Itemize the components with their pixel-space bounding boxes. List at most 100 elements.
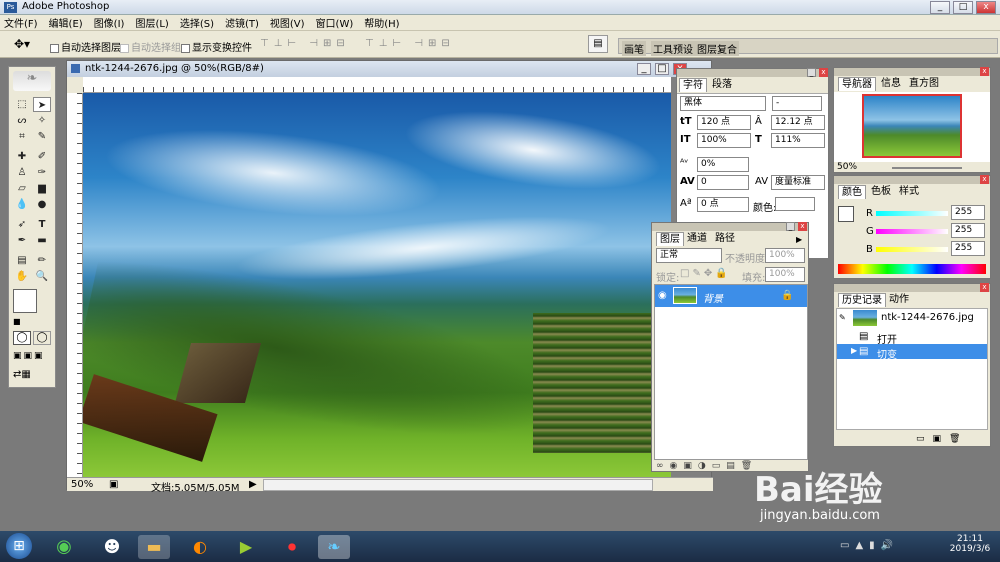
r-slider[interactable] xyxy=(876,211,948,216)
zoom-slider[interactable] xyxy=(892,167,962,169)
tracking-input[interactable]: 0% xyxy=(697,157,749,172)
history-brush-icon[interactable]: ✑ xyxy=(33,165,51,180)
horizontal-scale-input[interactable]: 111% xyxy=(771,133,825,148)
taskbar-firefox-icon[interactable]: ◐ xyxy=(184,535,216,559)
notes-tool-icon[interactable]: ▤ xyxy=(13,253,31,268)
baseline-shift-input[interactable]: 0 点 xyxy=(697,197,749,212)
tab-color[interactable]: 颜色 xyxy=(838,185,866,199)
quick-mask-icon[interactable]: ◯ xyxy=(33,331,51,345)
horizontal-scrollbar[interactable] xyxy=(263,479,653,491)
status-icon[interactable]: ▣ xyxy=(109,479,118,490)
font-style-select[interactable]: - xyxy=(772,96,822,111)
snapshot-name[interactable]: ntk-1244-2676.jpg xyxy=(881,312,974,323)
menu-window[interactable]: 窗口(W) xyxy=(316,15,354,30)
g-input[interactable]: 255 xyxy=(951,223,985,238)
font-family-select[interactable]: 黑体 xyxy=(680,96,766,111)
eyedropper-icon[interactable]: ✏ xyxy=(33,253,51,268)
fill-input[interactable]: 100% xyxy=(765,267,805,282)
move-tool-icon[interactable]: ✥▾ xyxy=(14,37,30,51)
align-icons[interactable]: ⊤⊥⊢ ⊣⊞⊟ xyxy=(260,38,350,49)
color-close-button[interactable]: x xyxy=(980,175,989,184)
text-color-swatch[interactable] xyxy=(775,197,815,211)
layers-close-button[interactable]: x xyxy=(798,222,807,231)
history-item[interactable]: ▤ 打开 xyxy=(837,329,987,346)
distribute-icons[interactable]: ⊤⊥⊢ ⊣⊞⊟ xyxy=(365,38,455,49)
tab-styles[interactable]: 样式 xyxy=(896,185,922,199)
tab-swatches[interactable]: 色板 xyxy=(868,185,894,199)
menu-view[interactable]: 视图(V) xyxy=(270,15,305,30)
tray-icons[interactable]: ▭▲▮🔊 xyxy=(840,540,899,551)
type-tool-icon[interactable]: T xyxy=(33,217,51,232)
tab-paths[interactable]: 路径 xyxy=(712,232,738,246)
crop-tool-icon[interactable]: ⌗ xyxy=(13,129,31,144)
taskbar-record-icon[interactable]: ⏺ xyxy=(276,535,308,559)
eraser-tool-icon[interactable]: ▱ xyxy=(13,181,31,196)
path-select-icon[interactable]: ➶ xyxy=(13,217,31,232)
tab-layers[interactable]: 图层 xyxy=(656,232,684,246)
history-state-pointer-icon[interactable]: ▶ xyxy=(851,346,857,355)
feather-logo-icon[interactable]: ❧ xyxy=(13,71,51,91)
kerning-input[interactable]: 0 xyxy=(697,175,749,190)
history-item-selected[interactable]: ▶ ▤ 切变 xyxy=(837,344,987,361)
zoom-level[interactable]: 50% xyxy=(71,479,93,490)
taskbar-explorer-icon[interactable]: ▬ xyxy=(138,535,170,559)
g-slider[interactable] xyxy=(876,229,948,234)
tab-channels[interactable]: 通道 xyxy=(684,232,710,246)
b-slider[interactable] xyxy=(876,247,948,252)
gradient-tool-icon[interactable]: ▆ xyxy=(33,181,51,196)
history-close-button[interactable]: x xyxy=(980,283,989,292)
blend-mode-select[interactable]: 正常 xyxy=(656,248,722,263)
slice-tool-icon[interactable]: ✎ xyxy=(33,129,51,144)
tab-character[interactable]: 字符 xyxy=(679,78,707,92)
move-tool-button-icon[interactable]: ➤ xyxy=(33,97,51,112)
panel-min-button[interactable]: _ xyxy=(807,68,816,77)
palette-well-tab-layer-comps[interactable]: 图层复合 xyxy=(695,41,739,56)
taskbar-video-icon[interactable]: ▶ xyxy=(230,535,262,559)
auto-select-layer-option[interactable]: 自动选择图层 xyxy=(50,39,121,54)
tab-paragraph[interactable]: 段落 xyxy=(709,78,735,92)
lasso-tool-icon[interactable]: ᔕ xyxy=(13,113,31,128)
menu-help[interactable]: 帮助(H) xyxy=(364,15,399,30)
zoom-tool-icon[interactable]: 🔍 xyxy=(33,269,51,284)
panel-close-button[interactable]: x xyxy=(819,68,828,77)
nav-close-button[interactable]: x xyxy=(980,67,989,76)
b-input[interactable]: 255 xyxy=(951,241,985,256)
navigator-zoom[interactable]: 50% xyxy=(837,162,857,172)
palette-well-tab-brushes[interactable]: 画笔 xyxy=(622,41,646,56)
brush-tool-icon[interactable]: ✐ xyxy=(33,149,51,164)
vertical-scale-input[interactable]: 100% xyxy=(697,133,751,148)
tab-actions[interactable]: 动作 xyxy=(886,293,912,307)
tab-histogram[interactable]: 直方图 xyxy=(906,77,942,91)
pen-tool-icon[interactable]: ✒ xyxy=(13,233,31,248)
screen-mode-icons[interactable]: ▣▣▣ xyxy=(13,351,45,361)
healing-brush-icon[interactable]: ✚ xyxy=(13,149,31,164)
taskbar-photoshop-icon[interactable]: ❧ xyxy=(318,535,350,559)
dodge-tool-icon[interactable]: ● xyxy=(33,197,51,212)
hand-tool-icon[interactable]: ✋ xyxy=(13,269,31,284)
tab-info[interactable]: 信息 xyxy=(878,77,904,91)
taskbar-browser-icon[interactable]: ◉ xyxy=(48,535,80,559)
close-button[interactable]: x xyxy=(976,1,996,14)
tab-history[interactable]: 历史记录 xyxy=(838,293,886,307)
layers-min-button[interactable]: _ xyxy=(786,222,795,231)
menu-edit[interactable]: 编辑(E) xyxy=(49,15,83,30)
show-transform-checkbox[interactable] xyxy=(181,43,190,53)
layers-footer-icons[interactable]: ∞◉▣◑▭▤🗑 xyxy=(656,461,758,471)
tab-navigator[interactable]: 导航器 xyxy=(838,77,876,91)
jump-to-imageready-icon[interactable]: ⇄▦ xyxy=(13,369,31,380)
clone-stamp-icon[interactable]: ♙ xyxy=(13,165,31,180)
start-button[interactable]: ⊞ xyxy=(6,533,32,559)
blur-tool-icon[interactable]: 💧 xyxy=(13,197,31,212)
navigator-thumbnail[interactable] xyxy=(862,94,962,158)
doc-minimize-button[interactable]: _ xyxy=(637,63,651,75)
status-menu-arrow-icon[interactable]: ▶ xyxy=(249,479,257,490)
minimize-button[interactable]: _ xyxy=(930,1,950,14)
layers-menu-icon[interactable]: ▶ xyxy=(796,235,802,244)
palette-well-tab-tool-presets[interactable]: 工具预设 xyxy=(651,41,695,56)
image-canvas[interactable] xyxy=(83,93,671,477)
r-input[interactable]: 255 xyxy=(951,205,985,220)
tray-clock[interactable]: 21:11 2019/3/6 xyxy=(948,534,992,554)
menu-image[interactable]: 图像(I) xyxy=(94,15,125,30)
auto-select-layer-checkbox[interactable] xyxy=(50,43,59,53)
kern-mode-select[interactable]: 度量标准 xyxy=(771,175,825,190)
